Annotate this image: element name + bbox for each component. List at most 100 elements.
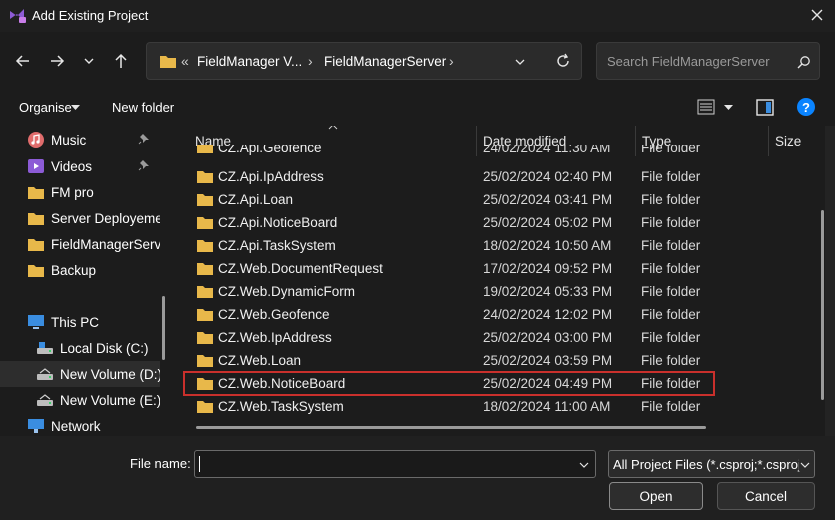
sidebar-item-label: Network [51, 418, 101, 434]
sidebar-item-label: New Volume (D:) [60, 366, 160, 382]
file-date: 25/02/2024 03:41 PM [483, 192, 613, 207]
table-row[interactable]: CZ.Web.Geofence 24/02/2024 12:02 PM File… [184, 303, 824, 326]
pin-icon [138, 134, 149, 145]
open-button[interactable]: Open [609, 482, 703, 510]
help-icon[interactable]: ? [796, 97, 816, 117]
file-date: 18/02/2024 10:50 AM [483, 238, 612, 253]
horizontal-scrollbar[interactable] [196, 426, 706, 429]
table-row[interactable]: CZ.Web.Loan 25/02/2024 03:59 PM File fol… [184, 349, 824, 372]
caret-down-icon[interactable] [724, 105, 733, 111]
folder-icon [197, 309, 213, 321]
dialog-footer: File name: All Project Files (*.csproj;*… [0, 436, 835, 520]
sidebar-item-server-deployement[interactable]: Server Deployement [0, 205, 160, 231]
organise-button[interactable]: Organise [19, 100, 72, 115]
sidebar-item-music[interactable]: Music [0, 127, 160, 153]
table-row[interactable]: CZ.Web.DocumentRequest 17/02/2024 09:52 … [184, 257, 824, 280]
file-type: File folder [641, 376, 701, 391]
table-row-highlighted[interactable]: CZ.Web.NoticeBoard 25/02/2024 04:49 PM F… [183, 371, 715, 396]
folder-icon [197, 171, 213, 183]
sidebar-item-videos[interactable]: Videos [0, 153, 160, 179]
table-row[interactable]: CZ.Api.Geofence 24/02/2024 11:30 AM File… [184, 145, 824, 159]
file-name: CZ.Api.Loan [218, 192, 294, 207]
network-icon [27, 418, 45, 434]
file-name: CZ.Api.Geofence [218, 145, 322, 155]
sidebar-item-fieldmanagerserver[interactable]: FieldManagerServer [0, 231, 160, 257]
file-name-input[interactable] [194, 450, 596, 478]
window-title: Add Existing Project [32, 8, 149, 23]
table-row[interactable]: CZ.Web.TaskSystem 18/02/2024 11:00 AM Fi… [184, 395, 824, 418]
file-name: CZ.Api.NoticeBoard [218, 215, 338, 230]
file-name: CZ.Web.Geofence [218, 307, 330, 322]
sidebar-item-label: This PC [51, 314, 100, 330]
sidebar-item-new-volume-d[interactable]: New Volume (D:) [0, 361, 160, 387]
new-folder-button[interactable]: New folder [112, 100, 174, 115]
search-input[interactable]: Search FieldManagerServer [607, 54, 770, 69]
breadcrumb-item[interactable]: FieldManagerServer [324, 54, 446, 69]
table-row[interactable]: CZ.Api.NoticeBoard 25/02/2024 05:02 PM F… [184, 211, 824, 234]
file-type: File folder [641, 192, 701, 207]
breadcrumb-overflow[interactable]: « [181, 53, 189, 69]
vertical-scrollbar[interactable] [821, 210, 824, 400]
file-name: CZ.Web.TaskSystem [218, 399, 344, 414]
table-row[interactable]: CZ.Web.IpAddress 25/02/2024 03:00 PM Fil… [184, 326, 824, 349]
file-date: 19/02/2024 05:33 PM [483, 284, 613, 299]
file-type: File folder [641, 261, 701, 276]
sidebar-item-backup[interactable]: Backup [0, 257, 160, 283]
address-bar[interactable]: « FieldManager V... › FieldManagerServer… [146, 42, 582, 80]
chevron-down-icon[interactable] [578, 459, 590, 471]
table-row[interactable]: CZ.Api.IpAddress 25/02/2024 02:40 PM Fil… [184, 165, 824, 188]
file-date: 25/02/2024 03:00 PM [483, 330, 613, 345]
sidebar-item-network[interactable]: Network [0, 413, 160, 436]
text-caret [199, 456, 200, 472]
search-box[interactable]: Search FieldManagerServer [596, 42, 820, 80]
arrow-up-icon [115, 53, 127, 68]
file-date: 18/02/2024 11:00 AM [483, 399, 611, 414]
file-date: 17/02/2024 09:52 PM [483, 261, 613, 276]
table-row[interactable]: CZ.Api.Loan 25/02/2024 03:41 PM File fol… [184, 188, 824, 211]
view-options-icon[interactable] [697, 99, 715, 115]
folder-icon [197, 355, 213, 367]
file-type: File folder [641, 399, 701, 414]
refresh-icon[interactable] [555, 53, 571, 69]
file-type: File folder [641, 307, 701, 322]
file-type: File folder [641, 238, 701, 253]
up-button[interactable] [110, 50, 132, 72]
sidebar-item-this-pc[interactable]: This PC [0, 309, 160, 335]
folder-icon [197, 217, 213, 229]
file-date: 24/02/2024 11:30 AM [483, 145, 611, 155]
visual-studio-icon [10, 9, 26, 23]
preview-pane-icon[interactable] [756, 99, 774, 116]
file-name: CZ.Api.IpAddress [218, 169, 324, 184]
sidebar-item-fm-pro[interactable]: FM pro [0, 179, 160, 205]
close-icon[interactable] [808, 6, 826, 24]
sidebar-item-label: New Volume (E:) [60, 392, 160, 408]
drive-icon [36, 392, 54, 408]
back-button[interactable] [12, 50, 34, 72]
sidebar-item-label: Music [51, 132, 87, 148]
cancel-button[interactable]: Cancel [717, 482, 815, 510]
folder-icon [197, 145, 213, 153]
sidebar-item-label: FieldManagerServer [51, 236, 160, 252]
breadcrumb-item[interactable]: FieldManager V... [197, 54, 302, 69]
file-name: CZ.Web.DynamicForm [218, 284, 356, 299]
file-list: Name Date modified Type Size CZ.Api.Geof… [176, 126, 824, 436]
sidebar-item-label: Server Deployement [51, 210, 160, 226]
table-row[interactable]: CZ.Web.DynamicForm 19/02/2024 05:33 PM F… [184, 280, 824, 303]
file-type: File folder [641, 145, 701, 155]
table-row[interactable]: CZ.Api.TaskSystem 18/02/2024 10:50 AM Fi… [184, 234, 824, 257]
file-type-select[interactable]: All Project Files (*.csproj;*.csproj [608, 450, 815, 478]
caret-down-icon [71, 105, 80, 110]
file-type: File folder [641, 215, 701, 230]
folder-icon [197, 240, 213, 252]
recent-locations-button[interactable] [78, 50, 100, 72]
sidebar-item-local-disk-c[interactable]: Local Disk (C:) [0, 335, 160, 361]
sidebar-scrollbar[interactable] [162, 296, 165, 360]
search-icon [797, 56, 810, 69]
sort-ascending-icon [328, 126, 338, 130]
drive-icon [36, 340, 54, 356]
folder-icon [197, 332, 213, 344]
forward-button[interactable] [46, 50, 68, 72]
chevron-down-icon[interactable] [513, 55, 527, 69]
file-name: CZ.Web.Loan [218, 353, 302, 368]
sidebar-item-new-volume-e[interactable]: New Volume (E:) [0, 387, 160, 413]
